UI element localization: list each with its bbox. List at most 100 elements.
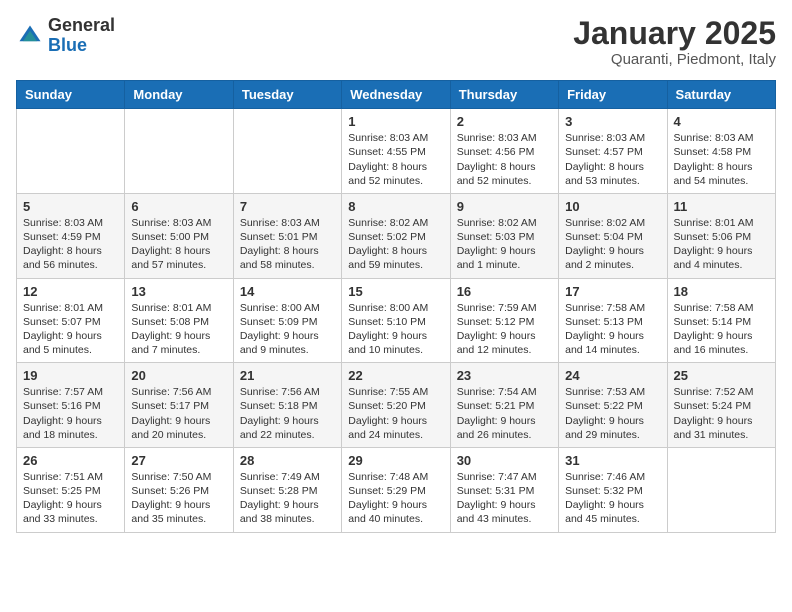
day-number: 21 [240,368,335,383]
day-info: Sunrise: 8:00 AM Sunset: 5:09 PM Dayligh… [240,301,335,358]
day-info: Sunrise: 8:01 AM Sunset: 5:08 PM Dayligh… [131,301,226,358]
day-info: Sunrise: 7:59 AM Sunset: 5:12 PM Dayligh… [457,301,552,358]
calendar-cell [125,109,233,194]
day-info: Sunrise: 8:03 AM Sunset: 5:01 PM Dayligh… [240,216,335,273]
day-number: 9 [457,199,552,214]
day-number: 5 [23,199,118,214]
day-number: 16 [457,284,552,299]
weekday-header: Friday [559,81,667,109]
calendar-week-row: 26Sunrise: 7:51 AM Sunset: 5:25 PM Dayli… [17,447,776,532]
day-number: 17 [565,284,660,299]
calendar-cell: 17 Sunrise: 7:58 AM Sunset: 5:13 PM Dayli… [559,278,667,363]
calendar-cell: 16 Sunrise: 7:59 AM Sunset: 5:12 PM Dayli… [450,278,558,363]
calendar-cell: 30 Sunrise: 7:47 AM Sunset: 5:31 PM Dayli… [450,447,558,532]
calendar-cell: 26Sunrise: 7:51 AM Sunset: 5:25 PM Dayli… [17,447,125,532]
calendar-cell: 25 Sunrise: 7:52 AM Sunset: 5:24 PM Dayli… [667,363,775,448]
weekday-header: Sunday [17,81,125,109]
calendar-cell: 6 Sunrise: 8:03 AM Sunset: 5:00 PM Daylig… [125,193,233,278]
day-number: 8 [348,199,443,214]
calendar-cell: 10Sunrise: 8:02 AM Sunset: 5:04 PM Dayli… [559,193,667,278]
page-header: General Blue January 2025 Quaranti, Pied… [16,16,776,68]
calendar-cell: 5Sunrise: 8:03 AM Sunset: 4:59 PM Daylig… [17,193,125,278]
day-number: 6 [131,199,226,214]
calendar-cell [233,109,341,194]
logo-blue: Blue [48,35,87,55]
day-info: Sunrise: 7:52 AM Sunset: 5:24 PM Dayligh… [674,385,769,442]
day-info: Sunrise: 8:02 AM Sunset: 5:04 PM Dayligh… [565,216,660,273]
calendar-cell: 27Sunrise: 7:50 AM Sunset: 5:26 PM Dayli… [125,447,233,532]
calendar-cell: 14 Sunrise: 8:00 AM Sunset: 5:09 PM Dayli… [233,278,341,363]
day-info: Sunrise: 7:53 AM Sunset: 5:22 PM Dayligh… [565,385,660,442]
day-number: 12 [23,284,118,299]
calendar-cell: 8 Sunrise: 8:02 AM Sunset: 5:02 PM Daylig… [342,193,450,278]
day-number: 25 [674,368,769,383]
day-info: Sunrise: 8:03 AM Sunset: 4:57 PM Dayligh… [565,131,660,188]
day-number: 1 [348,114,443,129]
day-info: Sunrise: 8:03 AM Sunset: 5:00 PM Dayligh… [131,216,226,273]
calendar-cell: 12 Sunrise: 8:01 AM Sunset: 5:07 PM Dayli… [17,278,125,363]
calendar-cell: 22 Sunrise: 7:55 AM Sunset: 5:20 PM Dayli… [342,363,450,448]
day-info: Sunrise: 7:49 AM Sunset: 5:28 PM Dayligh… [240,470,335,527]
day-number: 3 [565,114,660,129]
day-number: 15 [348,284,443,299]
day-info: Sunrise: 7:56 AM Sunset: 5:18 PM Dayligh… [240,385,335,442]
calendar-cell: 18Sunrise: 7:58 AM Sunset: 5:14 PM Dayli… [667,278,775,363]
calendar-cell: 1 Sunrise: 8:03 AM Sunset: 4:55 PM Daylig… [342,109,450,194]
day-number: 11 [674,199,769,214]
day-info: Sunrise: 7:48 AM Sunset: 5:29 PM Dayligh… [348,470,443,527]
calendar-cell: 24Sunrise: 7:53 AM Sunset: 5:22 PM Dayli… [559,363,667,448]
day-number: 30 [457,453,552,468]
day-number: 20 [131,368,226,383]
calendar-cell: 31Sunrise: 7:46 AM Sunset: 5:32 PM Dayli… [559,447,667,532]
calendar-cell: 29Sunrise: 7:48 AM Sunset: 5:29 PM Dayli… [342,447,450,532]
calendar-cell: 9 Sunrise: 8:02 AM Sunset: 5:03 PM Daylig… [450,193,558,278]
calendar-week-row: 1 Sunrise: 8:03 AM Sunset: 4:55 PM Daylig… [17,109,776,194]
calendar-cell: 20 Sunrise: 7:56 AM Sunset: 5:17 PM Dayli… [125,363,233,448]
calendar-cell: 15Sunrise: 8:00 AM Sunset: 5:10 PM Dayli… [342,278,450,363]
day-info: Sunrise: 8:01 AM Sunset: 5:07 PM Dayligh… [23,301,118,358]
weekday-header: Tuesday [233,81,341,109]
calendar-cell: 19Sunrise: 7:57 AM Sunset: 5:16 PM Dayli… [17,363,125,448]
calendar-table: SundayMondayTuesdayWednesdayThursdayFrid… [16,80,776,532]
day-info: Sunrise: 7:54 AM Sunset: 5:21 PM Dayligh… [457,385,552,442]
day-info: Sunrise: 8:02 AM Sunset: 5:02 PM Dayligh… [348,216,443,273]
logo-text: General Blue [48,16,115,56]
calendar-header-row: SundayMondayTuesdayWednesdayThursdayFrid… [17,81,776,109]
logo: General Blue [16,16,115,56]
title-block: January 2025 Quaranti, Piedmont, Italy [573,16,776,68]
logo-general: General [48,15,115,35]
day-number: 23 [457,368,552,383]
day-number: 22 [348,368,443,383]
weekday-header: Wednesday [342,81,450,109]
day-info: Sunrise: 8:03 AM Sunset: 4:58 PM Dayligh… [674,131,769,188]
calendar-cell: 28Sunrise: 7:49 AM Sunset: 5:28 PM Dayli… [233,447,341,532]
day-info: Sunrise: 7:50 AM Sunset: 5:26 PM Dayligh… [131,470,226,527]
day-number: 2 [457,114,552,129]
calendar-cell: 23 Sunrise: 7:54 AM Sunset: 5:21 PM Dayli… [450,363,558,448]
calendar-cell [17,109,125,194]
day-info: Sunrise: 7:58 AM Sunset: 5:13 PM Dayligh… [565,301,660,358]
day-info: Sunrise: 8:03 AM Sunset: 4:55 PM Dayligh… [348,131,443,188]
day-info: Sunrise: 8:02 AM Sunset: 5:03 PM Dayligh… [457,216,552,273]
day-info: Sunrise: 8:03 AM Sunset: 4:56 PM Dayligh… [457,131,552,188]
calendar-cell: 2 Sunrise: 8:03 AM Sunset: 4:56 PM Daylig… [450,109,558,194]
day-info: Sunrise: 7:46 AM Sunset: 5:32 PM Dayligh… [565,470,660,527]
day-number: 14 [240,284,335,299]
weekday-header: Saturday [667,81,775,109]
calendar-week-row: 12 Sunrise: 8:01 AM Sunset: 5:07 PM Dayli… [17,278,776,363]
day-info: Sunrise: 7:57 AM Sunset: 5:16 PM Dayligh… [23,385,118,442]
day-info: Sunrise: 7:47 AM Sunset: 5:31 PM Dayligh… [457,470,552,527]
calendar-cell: 4 Sunrise: 8:03 AM Sunset: 4:58 PM Daylig… [667,109,775,194]
calendar-cell [667,447,775,532]
calendar-cell: 11 Sunrise: 8:01 AM Sunset: 5:06 PM Dayli… [667,193,775,278]
day-info: Sunrise: 8:01 AM Sunset: 5:06 PM Dayligh… [674,216,769,273]
day-info: Sunrise: 7:56 AM Sunset: 5:17 PM Dayligh… [131,385,226,442]
calendar-cell: 3 Sunrise: 8:03 AM Sunset: 4:57 PM Daylig… [559,109,667,194]
calendar-cell: 21 Sunrise: 7:56 AM Sunset: 5:18 PM Dayli… [233,363,341,448]
weekday-header: Thursday [450,81,558,109]
day-number: 7 [240,199,335,214]
day-number: 4 [674,114,769,129]
day-info: Sunrise: 7:55 AM Sunset: 5:20 PM Dayligh… [348,385,443,442]
day-number: 26 [23,453,118,468]
day-info: Sunrise: 7:58 AM Sunset: 5:14 PM Dayligh… [674,301,769,358]
